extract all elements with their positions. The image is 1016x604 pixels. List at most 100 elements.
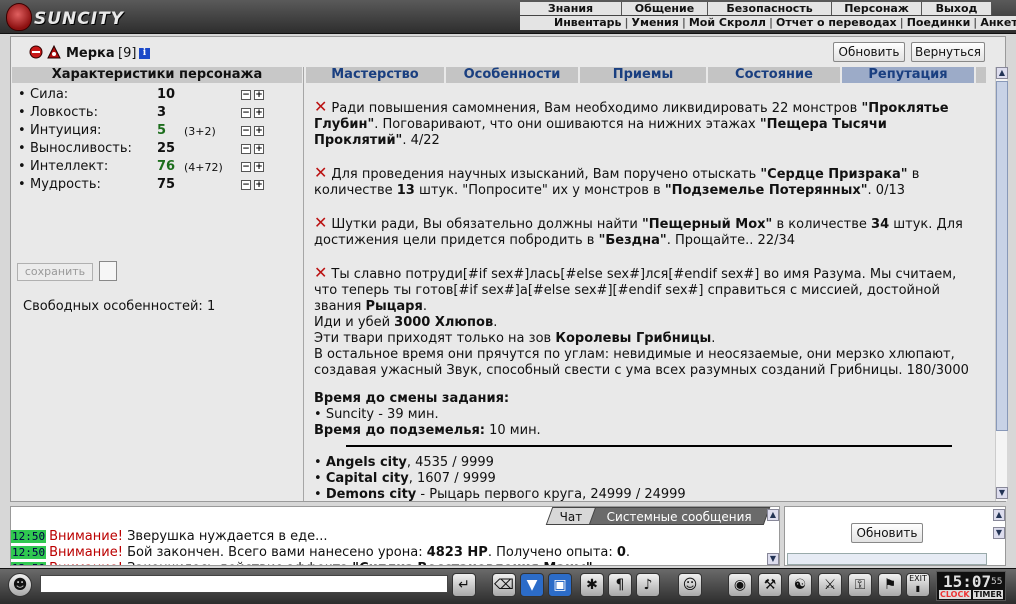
bullet: •: [18, 141, 26, 156]
message-time[interactable]: 12:50: [11, 546, 47, 559]
increase-stat-button[interactable]: +: [254, 144, 264, 154]
scroll-up-icon[interactable]: ▲: [767, 509, 779, 521]
free-features-text: Свободных особенностей: 1: [23, 299, 216, 314]
menu-inventory[interactable]: Инвентарь: [520, 16, 622, 30]
menu-social[interactable]: Общение: [622, 2, 708, 15]
stats-title: Характеристики персонажа: [12, 67, 302, 83]
menu-separator: |: [678, 16, 689, 30]
cancel-quest-icon[interactable]: ✕: [314, 213, 327, 232]
menu-skills[interactable]: Умения: [631, 16, 679, 30]
chat-scrollbar[interactable]: ▲ ▼: [767, 509, 779, 565]
tab-features[interactable]: Особенности: [446, 67, 580, 83]
menu-character[interactable]: Персонаж: [832, 2, 922, 15]
menu-separator: |: [896, 16, 907, 30]
increase-stat-button[interactable]: +: [254, 180, 264, 190]
wrench-icon[interactable]: ⚒: [758, 573, 782, 597]
cancel-quest-icon[interactable]: ✕: [314, 263, 327, 282]
warrior-icon[interactable]: ⚔: [818, 573, 842, 597]
quest-progress: . 0/13: [867, 183, 905, 198]
clan-icon: [46, 44, 61, 59]
scroll-thumb[interactable]: [996, 81, 1008, 431]
decrease-stat-button[interactable]: −: [241, 144, 251, 154]
smile-icon[interactable]: ☺: [678, 573, 702, 597]
back-button[interactable]: Вернуться: [911, 42, 985, 62]
figure-icon[interactable]: ✱: [580, 573, 604, 597]
clock-seconds: 55: [991, 577, 1003, 587]
quest-progress: . 4/22: [402, 133, 440, 148]
lock-icon[interactable]: ⚿: [848, 573, 872, 597]
message-warning: Внимание!: [49, 529, 123, 544]
emblem-icon: [6, 3, 32, 31]
tab-mastery[interactable]: Мастерство: [306, 67, 446, 83]
menu-duels[interactable]: Поединки: [906, 16, 971, 30]
decrease-stat-button[interactable]: −: [241, 162, 251, 172]
reputation-city: Angels city: [325, 455, 407, 470]
increase-stat-button[interactable]: +: [254, 126, 264, 136]
decrease-stat-button[interactable]: −: [241, 108, 251, 118]
tab-techniques[interactable]: Приемы: [580, 67, 708, 83]
quest-item: ✕ Ради повышения самомнения, Вам необходи…: [314, 99, 978, 149]
chat-input[interactable]: [40, 575, 448, 593]
enter-icon[interactable]: ↵: [452, 573, 476, 597]
dungeon-timer-label: Время до подземелья:: [314, 423, 485, 438]
font-icon[interactable]: ¶: [608, 573, 632, 597]
side-refresh-button[interactable]: Обновить: [851, 523, 923, 543]
eraser-icon[interactable]: ⌫: [492, 573, 516, 597]
stat-label: Выносливость:: [30, 141, 132, 156]
character-name[interactable]: Мерка: [66, 46, 115, 61]
scroll-up-icon[interactable]: ▲: [993, 509, 1005, 521]
quest-boss: Королевы Грибницы: [555, 331, 712, 346]
main-scrollbar[interactable]: ▲ ▼: [995, 67, 1008, 501]
menu-transfers-report[interactable]: Отчет о переводах: [776, 16, 897, 30]
message-time[interactable]: 12:50: [11, 562, 47, 565]
decrease-stat-button[interactable]: −: [241, 126, 251, 136]
scroll-up-icon[interactable]: ▲: [996, 67, 1008, 79]
menu-exit[interactable]: Выход: [922, 2, 992, 15]
decrease-stat-button[interactable]: −: [241, 180, 251, 190]
save-checkbox[interactable]: [99, 261, 117, 281]
scroll-down-icon[interactable]: ▼: [993, 527, 1005, 539]
clock: 15:07 55 CLOCK TIMER: [936, 571, 1006, 601]
stat-row: • Ловкость: 3 − +: [18, 105, 278, 123]
chat-messages: 12:50 Внимание! Зверушка нуждается в еде.…: [11, 507, 767, 565]
save-button[interactable]: сохранить: [17, 263, 93, 281]
music-icon[interactable]: ♪: [636, 573, 660, 597]
tab-reputation[interactable]: Репутация: [842, 67, 976, 83]
scroll-down-icon[interactable]: ▼: [767, 553, 779, 565]
stat-label: Интуиция:: [30, 123, 102, 138]
reputation-value: - Рыцарь первого круга, 24999 / 24999: [416, 487, 686, 501]
flag-icon[interactable]: ⚑: [878, 573, 902, 597]
horizontal-scrollbar[interactable]: [787, 553, 987, 565]
bag-icon[interactable]: ◉: [728, 573, 752, 597]
filter-icon[interactable]: ▼: [520, 573, 544, 597]
tab-state[interactable]: Состояние: [708, 67, 842, 83]
increase-stat-button[interactable]: +: [254, 108, 264, 118]
quest-item: ✕ Для проведения научных изысканий, Вам п…: [314, 165, 978, 199]
save-disk-icon[interactable]: ▣: [548, 573, 572, 597]
cancel-quest-icon[interactable]: ✕: [314, 97, 327, 116]
menu-profile[interactable]: Анкета: [980, 16, 1016, 30]
quest-text: . Поговаривают, что они ошиваются на ниж…: [374, 117, 760, 132]
increase-stat-button[interactable]: +: [254, 90, 264, 100]
quest-count: 34: [871, 217, 890, 232]
increase-stat-button[interactable]: +: [254, 162, 264, 172]
menu-my-scroll[interactable]: Мой Скролл: [688, 16, 766, 30]
menu-security[interactable]: Безопасность: [708, 2, 832, 15]
quest-target: "Сердце Призрака": [760, 167, 908, 182]
scroll-down-icon[interactable]: ▼: [996, 487, 1008, 499]
info-icon[interactable]: i: [139, 48, 150, 59]
exit-icon[interactable]: EXIT ▮: [906, 573, 930, 597]
menu-knowledge[interactable]: Знания: [520, 2, 622, 15]
quest-text: в количестве: [772, 217, 872, 232]
reputation-row: • Capital city, 1607 / 9999: [314, 471, 496, 486]
stat-row: • Интуиция: 5 (3+2) − +: [18, 123, 278, 141]
timer-button[interactable]: TIMER: [973, 590, 1004, 599]
decrease-stat-button[interactable]: −: [241, 90, 251, 100]
smile-bubble-icon[interactable]: ☻: [8, 573, 32, 597]
clock-button[interactable]: CLOCK: [939, 590, 971, 599]
cancel-quest-icon[interactable]: ✕: [314, 163, 327, 182]
refresh-button[interactable]: Обновить: [833, 42, 905, 62]
group-icon[interactable]: ☯: [788, 573, 812, 597]
bottom-toolbar: ☻ ↵ ⌫ ▼ ▣ ✱ ¶ ♪ ☺ ◉ ⚒ ☯ ⚔ ⚿ ⚑ EXIT ▮ 15:0…: [0, 568, 1016, 604]
message-time[interactable]: 12:50: [11, 530, 47, 543]
